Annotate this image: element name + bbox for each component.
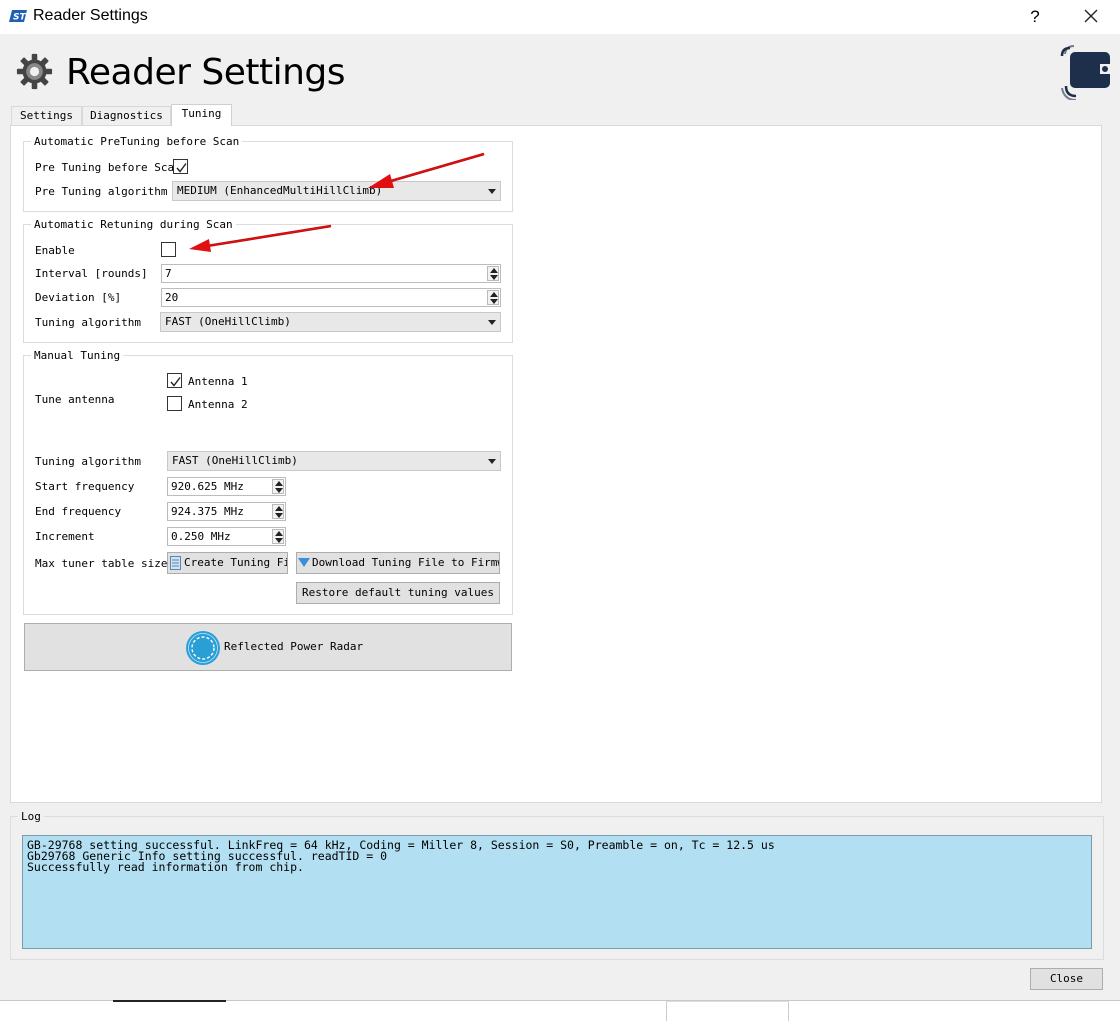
download-icon — [298, 558, 310, 567]
arrow-up-icon — [490, 292, 498, 297]
end-frequency-value: 924.375 MHz — [171, 505, 244, 518]
pretuning-algorithm-label: Pre Tuning algorithm — [35, 185, 168, 198]
tab-tuning[interactable]: Tuning — [171, 104, 232, 126]
log-group-title: Log — [18, 810, 44, 823]
tune-antenna-label: Tune antenna — [35, 393, 115, 406]
rfid-reader-logo-icon — [1060, 45, 1110, 100]
arrow-down-icon — [490, 299, 498, 304]
deviation-value: 20 — [165, 291, 179, 304]
spin-buttons[interactable] — [272, 504, 284, 519]
retuning-enable-label: Enable — [35, 244, 75, 257]
document-icon — [170, 556, 181, 570]
close-window-button[interactable] — [1078, 4, 1104, 30]
tab-diagnostics[interactable]: Diagnostics — [82, 106, 171, 125]
interval-label: Interval [rounds] — [35, 267, 148, 280]
interval-spinbox[interactable]: 7 — [161, 264, 501, 283]
download-tuning-file-button[interactable]: Download Tuning File to Firmwar — [296, 552, 500, 574]
create-tuning-file-button[interactable]: Create Tuning Fil — [167, 552, 288, 574]
svg-text:ST: ST — [13, 13, 26, 23]
manual-algorithm-select[interactable]: FAST (OneHillClimb) — [167, 451, 501, 471]
arrow-up-icon — [275, 481, 283, 486]
radar-icon — [186, 631, 220, 665]
st-logo-icon: ST — [9, 10, 27, 23]
end-frequency-label: End frequency — [35, 505, 122, 518]
arrow-down-icon — [490, 275, 498, 280]
close-icon — [1084, 9, 1098, 23]
deviation-spinbox[interactable]: 20 — [161, 288, 501, 307]
max-tuner-table-label: Max tuner table size — [35, 557, 168, 570]
increment-spinbox[interactable]: 0.250 MHz — [167, 527, 286, 546]
retuning-algorithm-label: Tuning algorithm — [35, 316, 141, 329]
arrow-up-icon — [275, 531, 283, 536]
arrow-up-icon — [275, 506, 283, 511]
interval-value: 7 — [165, 267, 172, 280]
reflected-power-radar-button[interactable]: Reflected Power Radar — [24, 623, 512, 671]
antenna-1-checkbox[interactable] — [167, 373, 182, 388]
start-frequency-label: Start frequency — [35, 480, 135, 493]
retuning-enable-checkbox[interactable] — [161, 242, 176, 257]
start-frequency-spinbox[interactable]: 920.625 MHz — [167, 477, 286, 496]
spin-buttons[interactable] — [487, 290, 499, 305]
restore-defaults-button[interactable]: Restore default tuning values — [296, 582, 500, 604]
window-title: Reader Settings — [33, 7, 148, 24]
manual-tuning-group-title: Manual Tuning — [31, 349, 124, 362]
arrow-down-icon — [275, 513, 283, 518]
retuning-group-title: Automatic Retuning during Scan — [31, 218, 236, 231]
checkmark-icon — [176, 163, 187, 173]
increment-label: Increment — [35, 530, 95, 543]
help-button[interactable]: ? — [1022, 4, 1048, 30]
spin-buttons[interactable] — [272, 529, 284, 544]
retuning-algorithm-select[interactable]: FAST (OneHillClimb) — [160, 312, 501, 332]
pretuning-enable-label: Pre Tuning before Scan — [35, 161, 181, 174]
pretuning-enable-checkbox[interactable] — [173, 159, 188, 174]
arrow-down-icon — [275, 488, 283, 493]
tab-settings[interactable]: Settings — [11, 106, 82, 125]
end-frequency-spinbox[interactable]: 924.375 MHz — [167, 502, 286, 521]
deviation-label: Deviation [%] — [35, 291, 122, 304]
antenna-2-label: Antenna 2 — [188, 398, 248, 411]
arrow-down-icon — [275, 538, 283, 543]
pretuning-group — [23, 141, 513, 212]
background-window-edge — [666, 1001, 789, 1021]
download-tuning-file-label: Download Tuning File to Firmwar — [312, 556, 500, 569]
close-button[interactable]: Close — [1030, 968, 1103, 990]
gear-icon — [16, 53, 53, 90]
checkmark-icon — [170, 377, 181, 387]
antenna-2-checkbox[interactable] — [167, 396, 182, 411]
pretuning-algorithm-value: MEDIUM (EnhancedMultiHillClimb) — [177, 184, 383, 197]
retuning-algorithm-value: FAST (OneHillClimb) — [165, 315, 291, 328]
spin-buttons[interactable] — [272, 479, 284, 494]
manual-algorithm-value: FAST (OneHillClimb) — [172, 454, 298, 467]
page-title: Reader Settings — [66, 52, 346, 93]
title-bar — [0, 0, 1120, 34]
spin-buttons[interactable] — [487, 266, 499, 281]
manual-algorithm-label: Tuning algorithm — [35, 455, 141, 468]
pretuning-algorithm-select[interactable]: MEDIUM (EnhancedMultiHillClimb) — [172, 181, 501, 201]
start-frequency-value: 920.625 MHz — [171, 480, 244, 493]
increment-value: 0.250 MHz — [171, 530, 231, 543]
chevron-down-icon — [488, 459, 496, 464]
chevron-down-icon — [488, 189, 496, 194]
create-tuning-file-label: Create Tuning Fil — [184, 556, 288, 569]
log-output[interactable]: GB-29768 setting successful. LinkFreq = … — [22, 835, 1092, 949]
pretuning-group-title: Automatic PreTuning before Scan — [31, 135, 243, 148]
arrow-up-icon — [490, 268, 498, 273]
antenna-1-label: Antenna 1 — [188, 375, 248, 388]
chevron-down-icon — [488, 320, 496, 325]
reflected-power-radar-label: Reflected Power Radar — [224, 640, 364, 653]
background-window-edge — [113, 1000, 226, 1002]
